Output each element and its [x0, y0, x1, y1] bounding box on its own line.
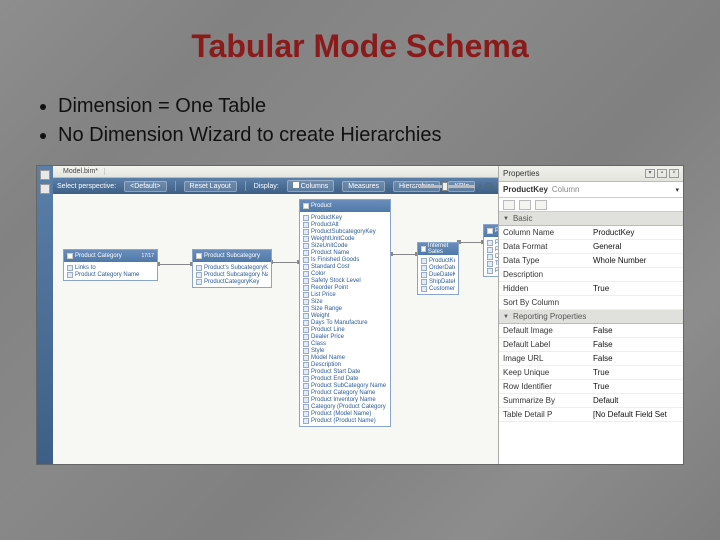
- perspective-label: Select perspective:: [57, 183, 116, 190]
- property-row[interactable]: Table Detail P[No Default Field Set: [499, 408, 683, 422]
- section-basic[interactable]: ▼Basic: [499, 212, 683, 226]
- column-item[interactable]: ProductKey: [303, 214, 387, 221]
- property-row[interactable]: Default ImageFalse: [499, 324, 683, 338]
- reset-layout-button[interactable]: Reset Layout: [184, 181, 237, 192]
- column-item[interactable]: Product Inventory Name: [303, 396, 387, 403]
- property-row[interactable]: Column NameProductKey: [499, 226, 683, 240]
- property-row[interactable]: Sort By Column: [499, 296, 683, 310]
- property-toolbar: [499, 198, 683, 212]
- table-icon: [303, 203, 309, 209]
- table-internet-sales[interactable]: Internet Sales ProductKey OrderDateKey D…: [417, 242, 459, 295]
- bullet-list: Dimension = One Table No Dimension Wizar…: [58, 95, 684, 147]
- section-reporting[interactable]: ▼Reporting Properties: [499, 310, 683, 324]
- left-rail[interactable]: [37, 166, 53, 464]
- table-icon: [67, 253, 73, 259]
- tab-model[interactable]: Model.bim*: [57, 168, 105, 175]
- table-icon: [487, 228, 493, 234]
- table-product[interactable]: Product ProductKeyProductAltProductSubca…: [299, 199, 391, 427]
- table-icon: [196, 253, 202, 259]
- column-item[interactable]: Product (Product Name): [303, 417, 387, 424]
- properties-title: Properties: [503, 169, 539, 178]
- column-item[interactable]: Reorder Point: [303, 284, 387, 291]
- column-item[interactable]: SizeUnitCode: [303, 242, 387, 249]
- column-item[interactable]: ProductAlt: [303, 221, 387, 228]
- column-item[interactable]: Color: [303, 270, 387, 277]
- property-row[interactable]: Description: [499, 268, 683, 282]
- property-row[interactable]: Image URLFalse: [499, 352, 683, 366]
- property-row[interactable]: Summarize ByDefault: [499, 394, 683, 408]
- designer-app: Model.bim* Select perspective: <Default>…: [36, 165, 684, 465]
- column-item[interactable]: Category (Product Category Name): [303, 403, 387, 410]
- pages-icon[interactable]: [535, 200, 547, 210]
- column-item[interactable]: Days To Manufacture: [303, 319, 387, 326]
- column-item[interactable]: Size Range: [303, 305, 387, 312]
- column-item[interactable]: WeightUnitCode: [303, 235, 387, 242]
- column-item[interactable]: Weight: [303, 312, 387, 319]
- columns-toggle[interactable]: Columns: [287, 180, 335, 192]
- column-item[interactable]: Product (Model Name): [303, 410, 387, 417]
- column-item[interactable]: Is Finished Goods: [303, 256, 387, 263]
- column-item[interactable]: Product Category Name: [303, 389, 387, 396]
- property-row[interactable]: HiddenTrue: [499, 282, 683, 296]
- dropdown-icon[interactable]: ▾: [645, 169, 655, 178]
- column-item[interactable]: Product Start Date: [303, 368, 387, 375]
- column-item[interactable]: Size: [303, 298, 387, 305]
- column-item[interactable]: Class: [303, 340, 387, 347]
- zoom-value: 65: [485, 183, 493, 190]
- column-item[interactable]: Model Name: [303, 354, 387, 361]
- perspective-dropdown[interactable]: <Default>: [124, 181, 166, 192]
- bullet-item: No Dimension Wizard to create Hierarchie…: [58, 124, 684, 147]
- measures-toggle[interactable]: Measures: [342, 181, 385, 192]
- column-item[interactable]: Safety Stock Level: [303, 277, 387, 284]
- toolbox-icon[interactable]: [40, 184, 50, 194]
- zoom-slider[interactable]: − + 65: [413, 180, 493, 192]
- pin-icon[interactable]: ▪: [657, 169, 667, 178]
- column-item[interactable]: Product End Date: [303, 375, 387, 382]
- property-row[interactable]: Data TypeWhole Number: [499, 254, 683, 268]
- column-item[interactable]: List Price: [303, 291, 387, 298]
- diagram-canvas[interactable]: Product Category17/17 Links to Product C…: [53, 194, 498, 464]
- zoom-plus-icon[interactable]: +: [478, 183, 482, 190]
- server-explorer-icon[interactable]: [40, 170, 50, 180]
- column-item[interactable]: Product Line: [303, 326, 387, 333]
- column-item[interactable]: Standard Cost: [303, 263, 387, 270]
- properties-panel: Properties ▾ ▪ × ProductKey Column ▾ ▼Ba…: [498, 166, 683, 464]
- collapse-icon[interactable]: ▼: [503, 314, 509, 320]
- column-item[interactable]: Style: [303, 347, 387, 354]
- sort-icon[interactable]: [519, 200, 531, 210]
- property-row[interactable]: Data FormatGeneral: [499, 240, 683, 254]
- property-object-selector[interactable]: ProductKey Column ▾: [499, 182, 683, 198]
- property-row[interactable]: Row IdentifierTrue: [499, 380, 683, 394]
- close-icon[interactable]: ×: [669, 169, 679, 178]
- property-row[interactable]: Default LabelFalse: [499, 338, 683, 352]
- categorize-icon[interactable]: [503, 200, 515, 210]
- zoom-minus-icon[interactable]: −: [413, 183, 417, 190]
- slide-title: Tabular Mode Schema: [36, 28, 684, 65]
- table-icon: [421, 246, 426, 252]
- column-item[interactable]: ProductSubcategoryKey: [303, 228, 387, 235]
- table-promotion[interactable]: Promotion PromotionKey Promotion Name Di…: [483, 224, 498, 277]
- table-product-subcategory[interactable]: Product Subcategory Product's Subcategor…: [192, 249, 272, 288]
- column-item[interactable]: Dealer Price: [303, 333, 387, 340]
- column-item[interactable]: Description: [303, 361, 387, 368]
- chevron-down-icon[interactable]: ▾: [675, 186, 679, 194]
- table-product-category[interactable]: Product Category17/17 Links to Product C…: [63, 249, 158, 281]
- display-label: Display:: [254, 183, 279, 190]
- collapse-icon[interactable]: ▼: [503, 216, 509, 222]
- column-item[interactable]: Product Name: [303, 249, 387, 256]
- property-row[interactable]: Keep UniqueTrue: [499, 366, 683, 380]
- bullet-item: Dimension = One Table: [58, 95, 684, 118]
- column-item[interactable]: Product SubCategory Name: [303, 382, 387, 389]
